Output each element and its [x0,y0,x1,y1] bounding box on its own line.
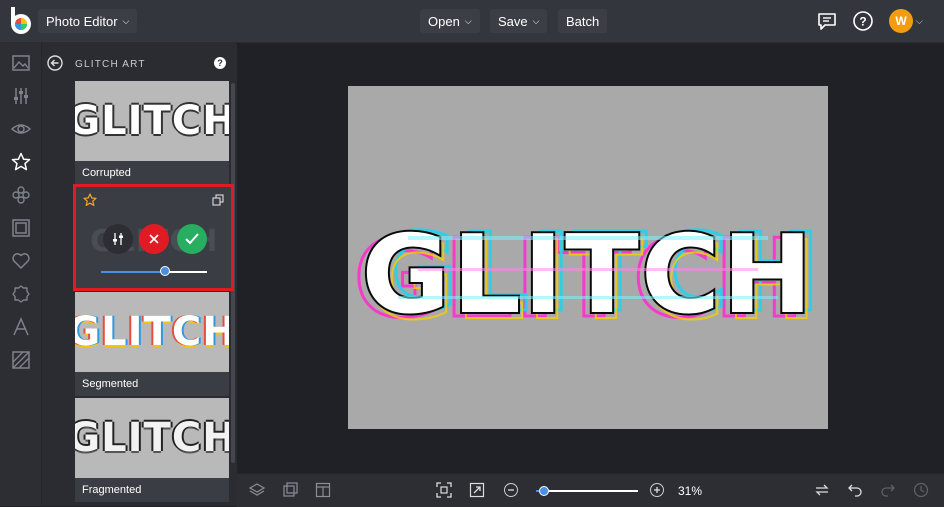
intensity-slider-fill [101,271,165,273]
glitch-artwork: GLITCH GLITCH GLITCH GLITCH [352,210,822,346]
undo-icon[interactable] [847,482,863,498]
tool-rail [0,43,41,506]
swap-icon[interactable] [814,482,830,498]
heart-icon[interactable] [11,251,31,271]
effect-thumb-text: GLITCH [75,415,229,461]
frame-icon[interactable] [11,218,31,238]
avatar-initial: W [895,14,907,28]
intensity-slider-handle[interactable] [159,266,170,276]
save-button[interactable]: Save ⌵ [490,9,548,33]
panel-header: GLITCH ART ? [42,43,238,83]
zoom-out-button[interactable] [504,483,518,497]
eye-icon[interactable] [11,119,31,139]
top-bar: Photo Editor ⌵ Open ⌵ Save ⌵ Batch ? W ⌵ [0,0,944,43]
check-icon [185,233,199,245]
layers-icon[interactable] [249,482,265,498]
minus-icon [508,489,514,491]
canvas-area: GLITCH GLITCH GLITCH GLITCH [237,43,944,473]
glitch-layer-main: GLITCH [362,213,815,338]
user-avatar[interactable]: W [889,9,913,33]
effect-thumbnail: GLITCH [75,292,229,372]
apply-effect-button[interactable] [177,224,207,254]
layout-icon[interactable] [315,482,331,498]
texture-icon[interactable] [11,350,31,370]
fit-screen-icon[interactable] [436,482,452,498]
befunky-logo-icon[interactable] [8,7,34,35]
plus-icon [654,487,660,493]
app-title-dropdown[interactable]: Photo Editor ⌵ [38,9,138,33]
photo-canvas[interactable]: GLITCH GLITCH GLITCH GLITCH [348,86,828,429]
svg-text:?: ? [859,15,866,29]
duplicate-icon[interactable] [212,194,224,206]
history-icon[interactable] [913,482,929,498]
intensity-slider[interactable] [101,266,207,276]
back-arrow-icon[interactable] [47,55,63,71]
panel-help-button[interactable]: ? [214,57,226,69]
zoom-level-label: 31% [678,484,703,498]
close-icon [149,234,159,244]
image-icon[interactable] [11,53,31,73]
effect-card-active[interactable]: GLITCH [73,184,234,291]
effect-card-fragmented[interactable]: GLITCH Fragmented [75,398,229,502]
badge-icon[interactable] [11,284,31,304]
effect-label: Fragmented [75,478,229,502]
zoom-slider-handle[interactable] [539,486,550,496]
text-icon[interactable] [11,317,31,337]
panel-title: GLITCH ART [75,59,146,70]
effect-thumb-text: GLITCH [75,309,229,355]
effect-settings-button[interactable] [103,224,133,254]
effect-thumbnail: GLITCH [75,81,229,161]
open-button[interactable]: Open ⌵ [420,9,480,33]
chevron-down-icon: ⌵ [532,15,540,26]
app-title-label: Photo Editor [46,13,118,29]
batch-button[interactable]: Batch [558,9,608,33]
help-icon[interactable]: ? [852,10,874,32]
star-icon[interactable] [11,152,31,172]
comment-icon[interactable] [816,10,838,32]
effect-card-corrupted[interactable]: GLITCH Corrupted [75,81,229,185]
effect-thumb-text: GLITCH [75,98,229,144]
chevron-down-icon[interactable]: ⌵ [916,16,923,27]
batch-label: Batch [566,13,600,29]
effects-panel: GLITCH ART ? GLITCH Corrupted GLITCH Seg… [41,43,238,506]
flower-icon[interactable] [11,185,31,205]
zoom-in-button[interactable] [650,483,664,497]
cancel-effect-button[interactable] [139,224,169,254]
expand-icon[interactable] [469,482,485,498]
open-label: Open [428,13,460,29]
save-label: Save [498,13,528,29]
bottom-toolbar: 31% [237,473,944,507]
sliders-icon[interactable] [11,86,31,106]
panel-help-glyph: ? [217,58,223,68]
chevron-down-icon: ⌵ [464,15,472,26]
effect-label: Segmented [75,372,229,396]
zoom-slider[interactable] [536,486,638,496]
sliders-icon [113,233,123,245]
effect-thumbnail: GLITCH [75,398,229,478]
chevron-down-icon: ⌵ [122,15,130,26]
effect-card-segmented[interactable]: GLITCH Segmented [75,292,229,396]
redo-icon[interactable] [880,482,896,498]
favorite-star-icon[interactable] [83,193,97,207]
crop-compare-icon[interactable] [282,482,298,498]
effect-label: Corrupted [75,161,229,185]
